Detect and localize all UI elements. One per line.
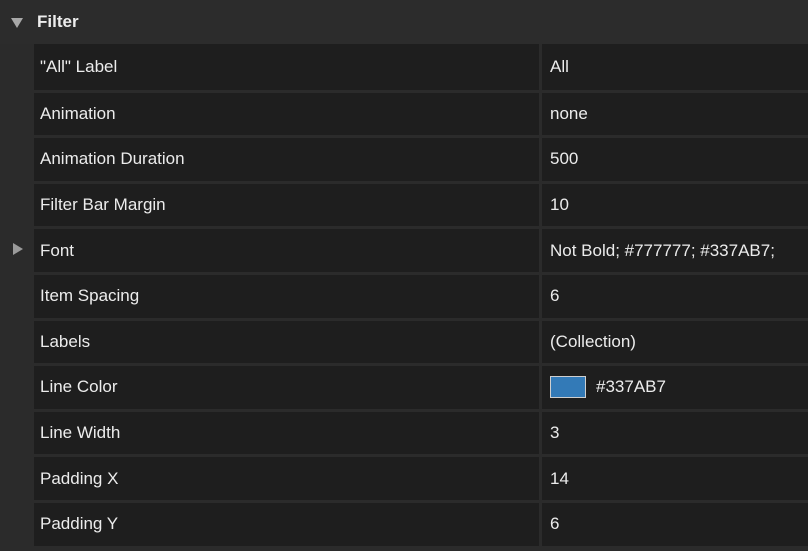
filter-section-header[interactable]: Filter [0, 0, 808, 44]
property-name: Filter Bar Margin [34, 180, 539, 227]
property-name: "All" Label [34, 44, 539, 90]
row-gutter [0, 363, 34, 409]
property-grid: "All" Label All Animation none Animation… [0, 44, 808, 546]
property-name: Padding X [34, 454, 539, 500]
property-row-padding-y[interactable]: Padding Y 6 [0, 499, 808, 546]
property-row-filter-bar-margin[interactable]: Filter Bar Margin 10 [0, 180, 808, 227]
property-value[interactable]: 6 [542, 499, 808, 546]
property-value[interactable]: #337AB7 [542, 363, 808, 409]
row-gutter [0, 271, 34, 318]
row-gutter [0, 499, 34, 546]
property-row-animation[interactable]: Animation none [0, 89, 808, 136]
property-row-item-spacing[interactable]: Item Spacing 6 [0, 271, 808, 318]
row-gutter [0, 135, 34, 181]
section-title: Filter [37, 12, 79, 31]
property-panel: Filter "All" Label All Animation none An… [0, 0, 808, 551]
property-value[interactable]: All [542, 44, 808, 90]
property-row-animation-duration[interactable]: Animation Duration 500 [0, 135, 808, 181]
property-name: Animation Duration [34, 135, 539, 181]
property-row-line-width[interactable]: Line Width 3 [0, 408, 808, 455]
property-row-padding-x[interactable]: Padding X 14 [0, 454, 808, 500]
property-value[interactable]: 500 [542, 135, 808, 181]
property-name: Labels [34, 317, 539, 364]
property-name: Line Color [34, 363, 539, 409]
property-value[interactable]: Not Bold; #777777; #337AB7; [542, 226, 808, 272]
property-name: Line Width [34, 408, 539, 455]
property-value[interactable]: 3 [542, 408, 808, 455]
property-row-line-color[interactable]: Line Color #337AB7 [0, 363, 808, 409]
row-gutter [0, 454, 34, 500]
collapse-triangle-icon[interactable] [11, 17, 23, 28]
property-value[interactable]: (Collection) [542, 317, 808, 364]
color-hex-text: #337AB7 [596, 377, 666, 397]
property-name: Item Spacing [34, 271, 539, 318]
property-row-font[interactable]: Font Not Bold; #777777; #337AB7; [0, 226, 808, 272]
property-row-labels[interactable]: Labels (Collection) [0, 317, 808, 364]
property-name: Animation [34, 89, 539, 136]
property-value[interactable]: 6 [542, 271, 808, 318]
row-gutter [0, 180, 34, 227]
row-gutter [0, 408, 34, 455]
row-gutter [0, 44, 34, 90]
row-gutter [0, 89, 34, 136]
property-value[interactable]: none [542, 89, 808, 136]
expand-triangle-icon[interactable] [13, 243, 23, 256]
row-gutter[interactable] [0, 226, 34, 272]
property-row-all-label[interactable]: "All" Label All [0, 44, 808, 90]
row-gutter [0, 317, 34, 364]
property-value[interactable]: 14 [542, 454, 808, 500]
property-value[interactable]: 10 [542, 180, 808, 227]
color-swatch[interactable] [550, 376, 586, 399]
property-name: Padding Y [34, 499, 539, 546]
property-name: Font [34, 226, 539, 272]
